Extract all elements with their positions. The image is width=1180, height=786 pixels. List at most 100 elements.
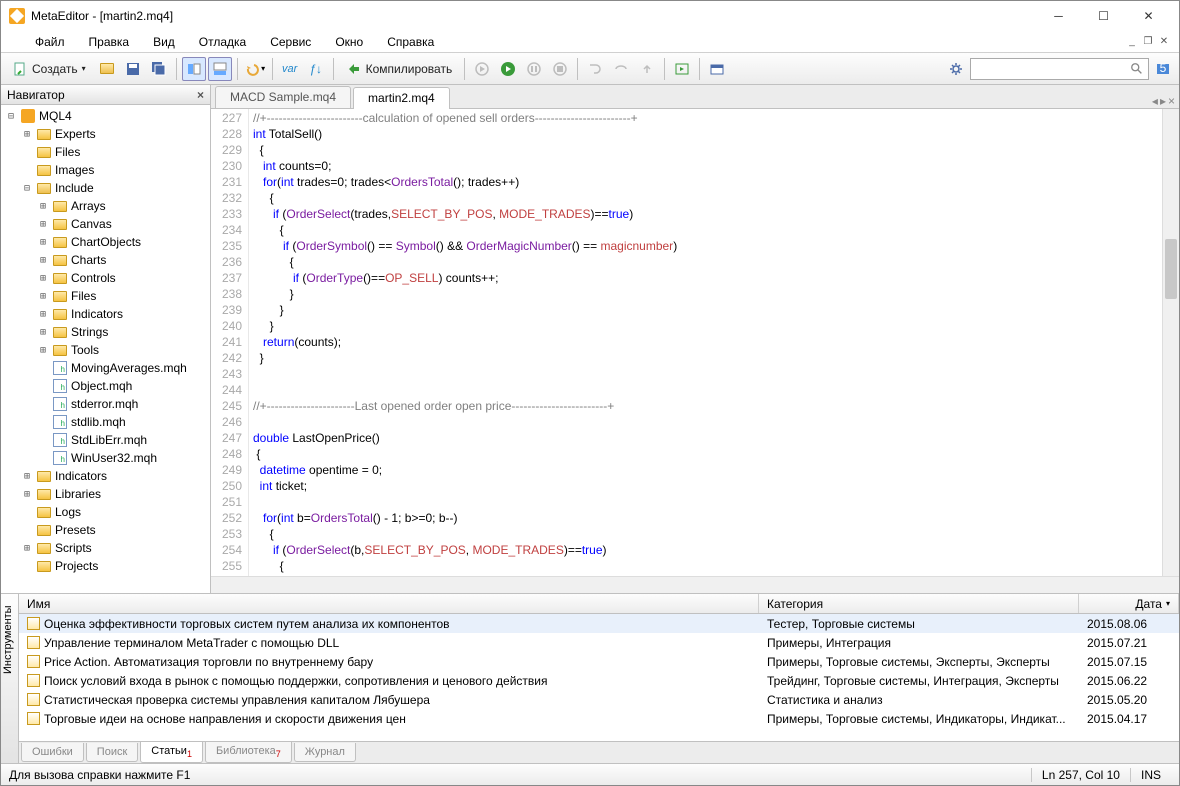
bottom-side-label: Инструменты (1, 594, 19, 763)
svg-text:5: 5 (1160, 61, 1167, 75)
tree-item[interactable]: ⊞Charts (1, 251, 210, 269)
tree-item[interactable]: ⊞Libraries (1, 485, 210, 503)
save-button[interactable] (121, 57, 145, 81)
navigator-close-button[interactable]: × (197, 88, 204, 102)
tree-item[interactable]: ⊞Indicators (1, 467, 210, 485)
horizontal-scrollbar[interactable] (211, 576, 1179, 593)
tree-item[interactable]: Images (1, 161, 210, 179)
tree-item[interactable]: ⊞ChartObjects (1, 233, 210, 251)
tree-item[interactable]: Presets (1, 521, 210, 539)
compile-button[interactable]: Компилировать (339, 57, 460, 81)
tree-item[interactable]: ⊞Controls (1, 269, 210, 287)
maximize-button[interactable]: ☐ (1081, 2, 1126, 31)
article-row[interactable]: Оценка эффективности торговых систем пут… (19, 614, 1179, 633)
editor-tabs: MACD Sample.mq4martin2.mq4◂▸× (211, 85, 1179, 109)
code-content[interactable]: //+------------------------calculation o… (249, 109, 1162, 576)
tree-item[interactable]: ⊞Canvas (1, 215, 210, 233)
search-box[interactable] (970, 58, 1149, 80)
toolbar: Создать▾ ▾ var ƒ↓ Компилировать 5 (1, 53, 1179, 85)
tree-item[interactable]: ⊞Tools (1, 341, 210, 359)
navigator-panel: Навигатор × ⊟MQL4⊞ExpertsFilesImages⊟Inc… (1, 85, 211, 593)
toolbox-toggle-button[interactable] (208, 57, 232, 81)
titlebar: MetaEditor - [martin2.mq4] ─ ☐ ✕ (1, 1, 1179, 31)
tree-item[interactable]: stdlib.mqh (1, 413, 210, 431)
tree-item[interactable]: ⊞Arrays (1, 197, 210, 215)
vertical-scrollbar[interactable] (1162, 109, 1179, 576)
settings-button[interactable] (944, 57, 968, 81)
step-out-button[interactable] (635, 57, 659, 81)
article-row[interactable]: Price Action. Автоматизация торговли по … (19, 652, 1179, 671)
article-row[interactable]: Управление терминалом MetaTrader с помощ… (19, 633, 1179, 652)
line-gutter: 2272282292302312322332342352362372382392… (211, 109, 249, 576)
col-category-header[interactable]: Категория (759, 594, 1079, 613)
tree-item[interactable]: MovingAverages.mqh (1, 359, 210, 377)
menu-файл[interactable]: Файл (23, 32, 77, 52)
new-button[interactable]: Создать▾ (5, 57, 93, 81)
mdi-close-icon[interactable]: ✕ (1157, 35, 1171, 49)
debug-restart-button[interactable] (470, 57, 494, 81)
tree-item[interactable]: Object.mqh (1, 377, 210, 395)
save-all-button[interactable] (147, 57, 171, 81)
status-help: Для вызова справки нажмите F1 (9, 768, 190, 782)
app-icon (9, 8, 25, 24)
mdi-minimize-icon[interactable]: _ (1125, 35, 1139, 49)
debug-pause-button[interactable] (522, 57, 546, 81)
search-input[interactable] (975, 62, 1130, 76)
menu-вид[interactable]: Вид (141, 32, 187, 52)
function-button[interactable]: ƒ↓ (304, 57, 328, 81)
bottom-panel: Инструменты Имя Категория Дата▾ Оценка э… (1, 593, 1179, 763)
navigator-toggle-button[interactable] (182, 57, 206, 81)
menu-правка[interactable]: Правка (77, 32, 142, 52)
close-button[interactable]: ✕ (1126, 2, 1171, 31)
mdi-restore-icon[interactable]: ❐ (1141, 35, 1155, 49)
menu-сервис[interactable]: Сервис (258, 32, 323, 52)
run-on-chart-button[interactable] (670, 57, 694, 81)
var-button[interactable]: var (278, 57, 302, 81)
tree-item[interactable]: Files (1, 143, 210, 161)
tree-item[interactable]: Projects (1, 557, 210, 575)
step-into-button[interactable] (583, 57, 607, 81)
navigator-tree[interactable]: ⊟MQL4⊞ExpertsFilesImages⊟Include⊞Arrays⊞… (1, 105, 210, 593)
community-button[interactable]: 5 (1151, 57, 1175, 81)
bottom-tab[interactable]: Статьи1 (140, 742, 203, 763)
article-row[interactable]: Статистическая проверка системы управлен… (19, 690, 1179, 709)
tree-item[interactable]: ⊟Include (1, 179, 210, 197)
debug-stop-button[interactable] (548, 57, 572, 81)
tree-item[interactable]: stderror.mqh (1, 395, 210, 413)
undo-button[interactable]: ▾ (243, 57, 267, 81)
menu-окно[interactable]: Окно (323, 32, 375, 52)
step-over-button[interactable] (609, 57, 633, 81)
navigator-title: Навигатор (7, 88, 65, 102)
tree-item[interactable]: ⊟MQL4 (1, 107, 210, 125)
bottom-tab[interactable]: Ошибки (21, 743, 84, 762)
tree-item[interactable]: StdLibErr.mqh (1, 431, 210, 449)
article-row[interactable]: Поиск условий входа в рынок с помощью по… (19, 671, 1179, 690)
menu-справка[interactable]: Справка (375, 32, 446, 52)
open-button[interactable] (95, 57, 119, 81)
bottom-tab[interactable]: Библиотека7 (205, 742, 292, 763)
tree-item[interactable]: ⊞Files (1, 287, 210, 305)
tree-item[interactable]: ⊞Indicators (1, 305, 210, 323)
minimize-button[interactable]: ─ (1036, 2, 1081, 31)
tree-item[interactable]: ⊞Strings (1, 323, 210, 341)
bottom-tab[interactable]: Поиск (86, 743, 138, 762)
terminal-button[interactable] (705, 57, 729, 81)
window-title: MetaEditor - [martin2.mq4] (31, 9, 1036, 23)
tree-item[interactable]: Logs (1, 503, 210, 521)
editor-tab[interactable]: MACD Sample.mq4 (215, 86, 351, 108)
scrollbar-thumb[interactable] (1165, 239, 1177, 299)
tree-item[interactable]: ⊞Scripts (1, 539, 210, 557)
col-date-header[interactable]: Дата▾ (1079, 594, 1179, 613)
tree-item[interactable]: ⊞Experts (1, 125, 210, 143)
articles-body[interactable]: Оценка эффективности торговых систем пут… (19, 614, 1179, 741)
editor-tab[interactable]: martin2.mq4 (353, 87, 450, 109)
article-row[interactable]: Торговые идеи на основе направления и ск… (19, 709, 1179, 728)
bottom-tab[interactable]: Журнал (294, 743, 356, 762)
menu-отладка[interactable]: Отладка (187, 32, 258, 52)
tree-item[interactable]: WinUser32.mqh (1, 449, 210, 467)
status-insert-mode: INS (1130, 768, 1171, 782)
code-area[interactable]: 2272282292302312322332342352362372382392… (211, 109, 1179, 576)
col-name-header[interactable]: Имя (19, 594, 759, 613)
debug-start-button[interactable] (496, 57, 520, 81)
articles-header: Имя Категория Дата▾ (19, 594, 1179, 614)
